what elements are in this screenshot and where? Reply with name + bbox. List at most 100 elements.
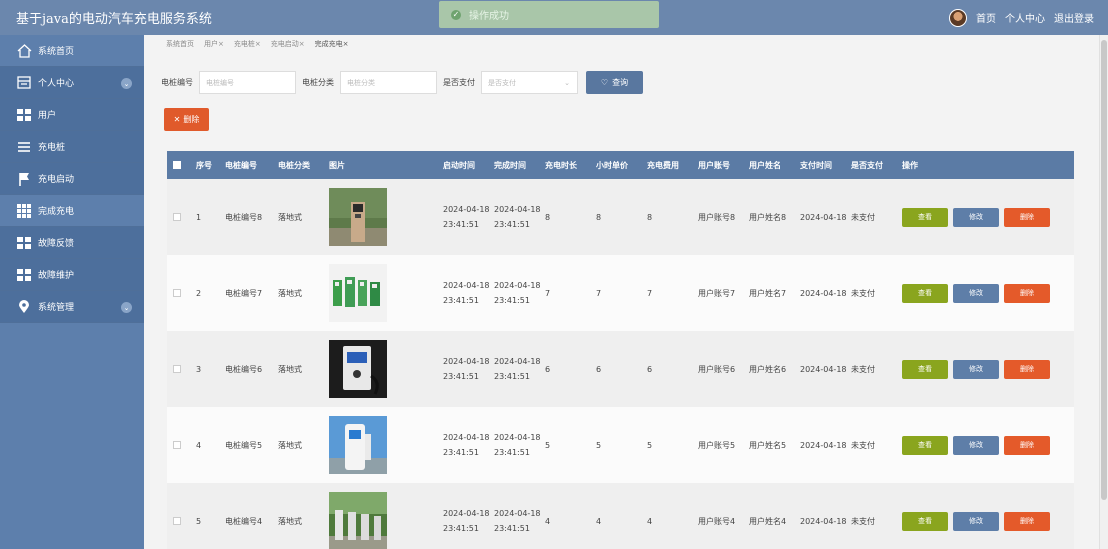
cell-fee: 4 (647, 516, 653, 526)
cell-user-name: 用户姓名7 (749, 288, 787, 298)
row-checkbox[interactable] (173, 441, 181, 449)
paid-select[interactable]: 是否支付 ⌄ (481, 71, 578, 94)
col-pay-time: 支付时间 (800, 160, 832, 170)
cell-category: 落地式 (278, 364, 302, 374)
close-icon: ✕ (173, 115, 181, 124)
crumb-home[interactable]: 系统首页 (166, 39, 194, 49)
charger-category-input[interactable]: 电桩分类 (340, 71, 437, 94)
batch-delete-label: 删除 (183, 115, 200, 124)
delete-button[interactable]: 删除 (1004, 511, 1050, 531)
app-title: 基于java的电动汽车充电服务系统 (16, 12, 212, 27)
charger-photo[interactable] (329, 188, 387, 246)
cell-start-time: 2024-04-18 23:41:51 (443, 433, 490, 457)
sidebar-item-system[interactable]: 系统管理 ⌄ (0, 291, 144, 323)
cell-hourly-price: 6 (596, 364, 602, 374)
sidebar-item-label: 充电启动 (38, 175, 75, 185)
cell-charger-no: 电桩编号8 (225, 212, 263, 222)
charger-category-label: 电桩分类 (302, 78, 334, 87)
table-row: 1 电桩编号8 落地式 2024-04-18 23:41:51 2024-04-… (167, 179, 1074, 255)
crumb-chargers[interactable]: 充电桩× (234, 39, 261, 49)
crumb-charge-complete[interactable]: 完成充电× (315, 39, 349, 49)
cell-category: 落地式 (278, 288, 302, 298)
cell-charger-no: 电桩编号7 (225, 288, 263, 298)
delete-button[interactable]: 删除 (1004, 207, 1050, 227)
col-category: 电桩分类 (278, 160, 310, 170)
select-all-checkbox[interactable] (173, 161, 181, 169)
cell-pay-time: 2024-04-18 (800, 440, 847, 450)
paid-label: 是否支付 (443, 78, 475, 87)
col-image: 图片 (329, 160, 345, 170)
cell-index: 5 (196, 516, 202, 526)
batch-delete-button[interactable]: ✕ 删除 (164, 108, 209, 131)
vertical-scrollbar[interactable] (1099, 35, 1108, 549)
logout-link[interactable]: 退出登录 (1054, 10, 1094, 25)
col-charger-no: 电桩编号 (225, 160, 257, 170)
charger-photo[interactable] (329, 340, 387, 398)
avatar[interactable] (949, 8, 967, 27)
cell-duration: 5 (545, 440, 551, 450)
sidebar-item-users[interactable]: 用户 (0, 99, 144, 131)
view-button[interactable]: 查看 (902, 435, 948, 455)
cell-user-name: 用户姓名5 (749, 440, 787, 450)
edit-button[interactable]: 修改 (953, 435, 999, 455)
charger-photo[interactable] (329, 264, 387, 322)
view-button[interactable]: 查看 (902, 359, 948, 379)
sidebar-item-charge-start[interactable]: 充电启动 (0, 163, 144, 195)
table-row: 2 电桩编号7 落地式 2024-04-18 23:41:51 2024-04-… (167, 255, 1074, 331)
cell-paid: 未支付 (851, 440, 875, 450)
heart-icon: ♡ (600, 78, 609, 87)
col-user-name: 用户姓名 (749, 160, 781, 170)
cell-hourly-price: 7 (596, 288, 602, 298)
profile-icon (16, 76, 32, 90)
flag-icon (16, 172, 32, 186)
col-actions: 操作 (902, 160, 918, 170)
charger-photo[interactable] (329, 416, 387, 474)
sidebar-item-chargers[interactable]: 充电桩 (0, 131, 144, 163)
location-icon (16, 299, 32, 314)
sidebar-item-label: 故障反馈 (38, 239, 75, 249)
delete-button[interactable]: 删除 (1004, 435, 1050, 455)
cell-fee: 6 (647, 364, 653, 374)
crumb-users[interactable]: 用户× (204, 39, 224, 49)
view-button[interactable]: 查看 (902, 283, 948, 303)
charger-no-input[interactable]: 电桩编号 (199, 71, 296, 94)
sidebar-item-home[interactable]: 系统首页 (0, 35, 144, 67)
delete-button[interactable]: 删除 (1004, 283, 1050, 303)
row-checkbox[interactable] (173, 365, 181, 373)
home-icon (16, 43, 32, 58)
sidebar-item-charge-complete[interactable]: 完成充电 (0, 195, 144, 227)
cell-duration: 4 (545, 516, 551, 526)
sidebar-item-fault-feedback[interactable]: 故障反馈 (0, 227, 144, 259)
edit-button[interactable]: 修改 (953, 511, 999, 531)
edit-button[interactable]: 修改 (953, 283, 999, 303)
charger-photo[interactable] (329, 492, 387, 549)
profile-link[interactable]: 个人中心 (1005, 10, 1045, 25)
row-checkbox[interactable] (173, 213, 181, 221)
view-button[interactable]: 查看 (902, 207, 948, 227)
toast-text: 操作成功 (469, 11, 509, 22)
sidebar-item-label: 故障维护 (38, 271, 75, 281)
cell-user-account: 用户账号5 (698, 440, 736, 450)
sidebar-item-profile[interactable]: 个人中心 ⌄ (0, 67, 144, 99)
view-button[interactable]: 查看 (902, 511, 948, 531)
delete-button[interactable]: 删除 (1004, 359, 1050, 379)
scrollbar-thumb[interactable] (1101, 40, 1107, 500)
col-user-account: 用户账号 (698, 160, 730, 170)
crumb-charge-start[interactable]: 充电启动× (271, 39, 305, 49)
edit-button[interactable]: 修改 (953, 359, 999, 379)
edit-button[interactable]: 修改 (953, 207, 999, 227)
home-link[interactable]: 首页 (976, 10, 996, 25)
query-button[interactable]: ♡ 查询 (586, 71, 643, 94)
success-toast: ✓ 操作成功 (439, 1, 659, 28)
cell-end-time: 2024-04-18 23:41:51 (494, 433, 541, 457)
cell-user-name: 用户姓名4 (749, 516, 787, 526)
cell-index: 1 (196, 212, 202, 222)
row-checkbox[interactable] (173, 289, 181, 297)
cell-start-time: 2024-04-18 23:41:51 (443, 509, 490, 533)
cell-charger-no: 电桩编号6 (225, 364, 263, 374)
cell-pay-time: 2024-04-18 (800, 364, 847, 374)
sidebar-item-fault-maintenance[interactable]: 故障维护 (0, 259, 144, 291)
sidebar: 系统首页 个人中心 ⌄ 用户 充电桩 充电启动 完成充电 故障反馈 故障维护 系… (0, 35, 144, 549)
row-checkbox[interactable] (173, 517, 181, 525)
paid-select-placeholder: 是否支付 (488, 78, 516, 87)
